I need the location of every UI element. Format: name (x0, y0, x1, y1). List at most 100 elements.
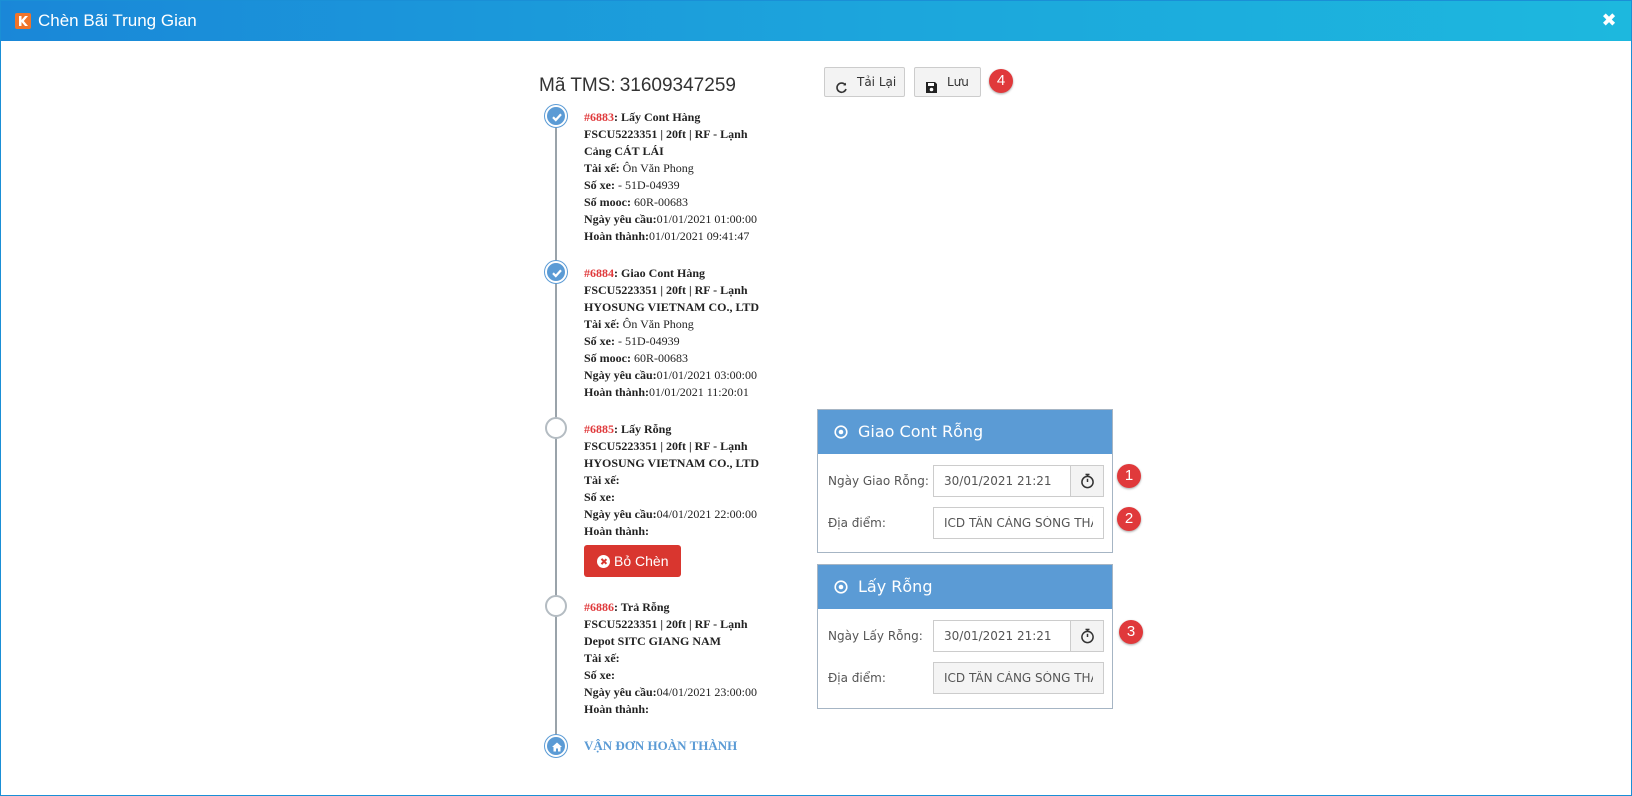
step-badge-2: 2 (1117, 507, 1141, 531)
target-icon (834, 425, 848, 439)
done-label: Hoàn thành: (584, 385, 650, 399)
stop-place: HYOSUNG VIETNAM CO., LTD (584, 300, 760, 314)
stop-done-marker (545, 261, 567, 283)
done-label: Hoàn thành: (584, 524, 650, 538)
date-picker-button[interactable] (1070, 620, 1104, 652)
request-value: 01/01/2021 03:00:00 (656, 368, 758, 382)
done-value: 01/01/2021 09:41:47 (649, 229, 750, 243)
mooc-value: 60R-00683 (631, 351, 688, 365)
panel-title: Giao Cont Rỗng (858, 422, 984, 441)
stop-item: #6883: Lấy Cont Hàng FSCU5223351 | 20ft … (584, 109, 814, 245)
stop-code[interactable]: #6884 (584, 266, 614, 280)
pick-place-input (933, 662, 1104, 694)
stop-action: : Trả Rỗng (614, 600, 670, 614)
done-label: Hoàn thành: (584, 702, 650, 716)
stop-place: HYOSUNG VIETNAM CO., LTD (584, 456, 760, 470)
stop-place: Depot SITC GIANG NAM (584, 634, 722, 648)
title-bar: Chèn Bãi Trung Gian ✖ (1, 1, 1631, 41)
check-icon (552, 269, 562, 278)
reload-label: Tải Lại (857, 75, 897, 89)
request-label: Ngày yêu cầu: (584, 212, 657, 226)
stop-action: : Lấy Rỗng (614, 422, 672, 436)
tms-heading: Mã TMS: 31609347259 (539, 74, 736, 98)
stop-container: FSCU5223351 | 20ft | RF - Lạnh (584, 127, 748, 141)
pick-place-row: Địa điểm: (818, 662, 1112, 694)
driver-value: Ôn Văn Phong (619, 317, 694, 331)
stop-pending-marker (545, 595, 567, 617)
stop-code[interactable]: #6883 (584, 110, 614, 124)
pick-empty-panel: Lấy Rỗng Ngày Lấy Rỗng: Địa điểm: (817, 564, 1113, 709)
date-picker-button[interactable] (1070, 465, 1104, 497)
panel-header: Giao Cont Rỗng (818, 410, 1112, 454)
close-icon[interactable]: ✖ (1599, 11, 1619, 31)
request-label: Ngày yêu cầu: (584, 507, 657, 521)
window-title: Chèn Bãi Trung Gian (38, 11, 197, 30)
drop-place-input[interactable] (933, 507, 1104, 539)
mooc-label: Số mooc: (584, 351, 631, 365)
reload-button[interactable]: Tải Lại (824, 67, 905, 97)
pick-date-input[interactable] (933, 620, 1071, 652)
stop-done-marker (545, 105, 567, 127)
truck-value: - 51D-04939 (615, 334, 680, 348)
completion-label: VẬN ĐƠN HOÀN THÀNH (584, 738, 738, 753)
pick-date-row: Ngày Lấy Rỗng: (818, 620, 1112, 652)
step-badge-4: 4 (989, 69, 1013, 93)
driver-label: Tài xế: (584, 317, 620, 331)
stop-action: : Lấy Cont Hàng (614, 110, 701, 124)
remove-insert-button[interactable]: Bỏ Chèn (584, 545, 681, 577)
drop-empty-panel: Giao Cont Rỗng Ngày Giao Rỗng: Địa điểm: (817, 409, 1113, 553)
check-icon (552, 113, 562, 122)
dialog-window: Chèn Bãi Trung Gian ✖ Mã TMS: 31609347259… (0, 0, 1632, 796)
stop-item: #6885: Lấy Rỗng FSCU5223351 | 20ft | RF … (584, 421, 814, 540)
drop-date-row: Ngày Giao Rỗng: (818, 465, 1112, 497)
stop-place: Cảng CÁT LÁI (584, 144, 664, 158)
mooc-value: 60R-00683 (631, 195, 688, 209)
truck-label: Số xe: (584, 178, 615, 192)
drop-place-label: Địa điểm: (828, 516, 886, 530)
request-value: 04/01/2021 23:00:00 (656, 685, 758, 699)
drop-date-label: Ngày Giao Rỗng: (828, 474, 929, 488)
request-label: Ngày yêu cầu: (584, 368, 657, 382)
target-icon (834, 580, 848, 594)
completion-marker (545, 735, 567, 757)
mooc-label: Số mooc: (584, 195, 631, 209)
stop-code[interactable]: #6886 (584, 600, 614, 614)
stopwatch-icon (1081, 473, 1094, 489)
driver-label: Tài xế: (584, 161, 620, 175)
truck-value: - 51D-04939 (615, 178, 680, 192)
truck-label: Số xe: (584, 334, 615, 348)
pick-place-label: Địa điểm: (828, 671, 886, 685)
stop-item: #6886: Trả Rỗng FSCU5223351 | 20ft | RF … (584, 599, 814, 718)
panel-title: Lấy Rỗng (858, 577, 933, 596)
request-value: 01/01/2021 01:00:00 (656, 212, 758, 226)
stop-code[interactable]: #6885 (584, 422, 614, 436)
save-label: Lưu (947, 75, 969, 89)
request-value: 04/01/2021 22:00:00 (656, 507, 758, 521)
drop-place-row: Địa điểm: (818, 507, 1112, 539)
step-badge-3: 3 (1119, 620, 1143, 644)
floppy-disk-icon (925, 76, 938, 93)
stop-item: #6884: Giao Cont Hàng FSCU5223351 | 20ft… (584, 265, 814, 401)
stop-action: : Giao Cont Hàng (614, 266, 706, 280)
driver-label: Tài xế: (584, 473, 620, 487)
stop-container: FSCU5223351 | 20ft | RF - Lạnh (584, 617, 748, 631)
pick-date-label: Ngày Lấy Rỗng: (828, 629, 923, 643)
remove-insert-label: Bỏ Chèn (614, 553, 669, 569)
request-label: Ngày yêu cầu: (584, 685, 657, 699)
panel-header: Lấy Rỗng (818, 565, 1112, 609)
drop-date-input[interactable] (933, 465, 1071, 497)
tms-label: Mã TMS: (539, 75, 616, 96)
tms-value: 31609347259 (619, 75, 736, 96)
stopwatch-icon (1081, 628, 1094, 644)
save-button[interactable]: Lưu (914, 67, 981, 97)
stop-container: FSCU5223351 | 20ft | RF - Lạnh (584, 283, 748, 297)
stop-pending-marker (545, 417, 567, 439)
refresh-icon (835, 76, 848, 94)
home-icon (552, 742, 562, 752)
done-value: 01/01/2021 11:20:01 (649, 385, 749, 399)
truck-label: Số xe: (584, 490, 615, 504)
k-logo-icon (15, 13, 31, 29)
step-badge-1: 1 (1117, 464, 1141, 488)
driver-value: Ôn Văn Phong (619, 161, 694, 175)
done-label: Hoàn thành: (584, 229, 650, 243)
